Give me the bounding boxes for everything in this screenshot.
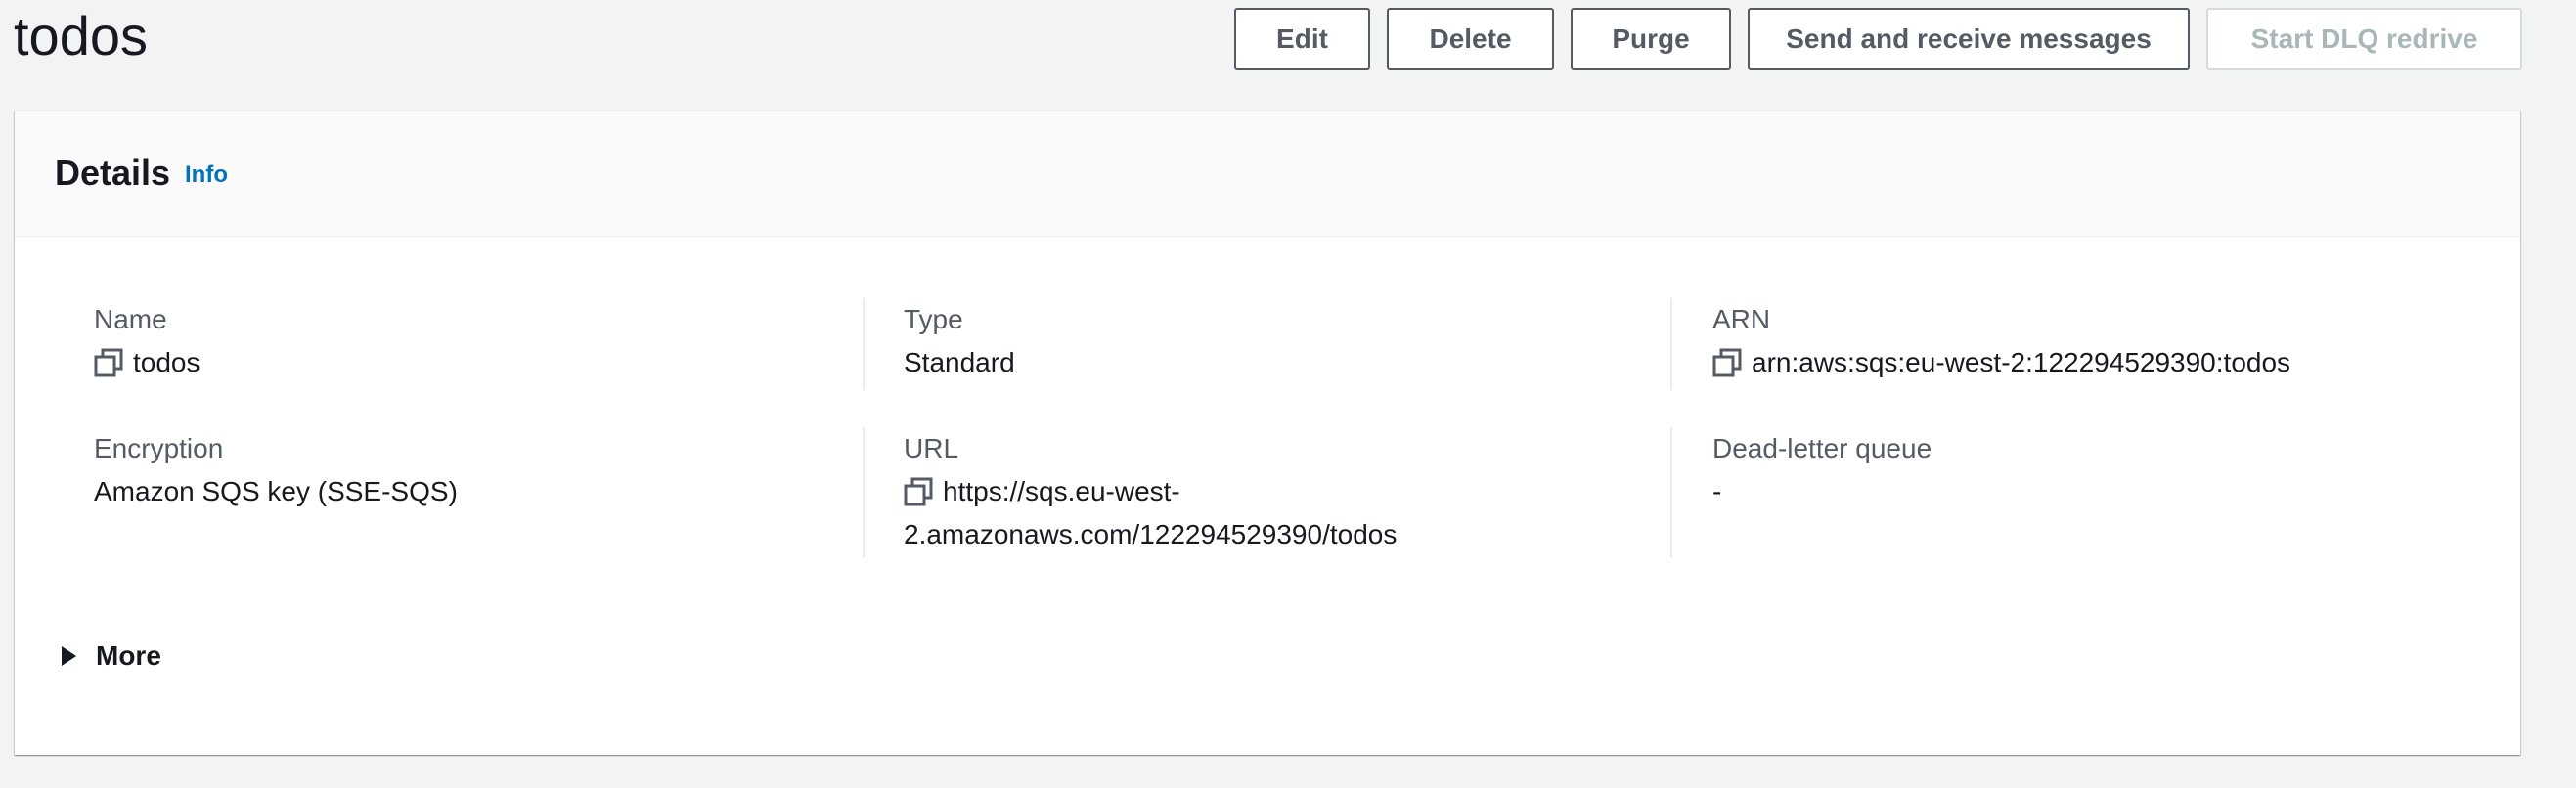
field-value-name: todos [94, 341, 200, 384]
queue-url-value-line2: 2.amazonaws.com/122294529390/todos [904, 519, 1398, 549]
copy-icon[interactable] [904, 477, 933, 506]
queue-name-value: todos [133, 347, 200, 377]
queue-arn-value: arn:aws:sqs:eu-west-2:122294529390:todos [1752, 347, 2291, 377]
queue-type-value: Standard [904, 347, 1015, 377]
edit-button[interactable]: Edit [1234, 8, 1370, 70]
queue-url-value-line1: https://sqs.eu-west- [943, 476, 1180, 506]
field-value-type: Standard [904, 341, 1015, 384]
details-header: Details Info [15, 111, 2520, 237]
field-encryption: Encryption Amazon SQS key (SSE-SQS) [94, 431, 458, 513]
field-label-type: Type [904, 304, 963, 334]
more-label: More [96, 640, 161, 671]
field-arn: ARN arn:aws:sqs:eu-west-2:122294529390:t… [1712, 302, 2290, 384]
dead-letter-queue-value: - [1712, 476, 1722, 506]
details-title: Details [55, 153, 171, 193]
field-url: URL https://sqs.eu-west- 2.amazonaws.com… [904, 431, 1397, 556]
copy-icon[interactable] [1712, 348, 1742, 377]
field-value-dead-letter-queue: - [1712, 470, 1932, 513]
purge-button[interactable]: Purge [1571, 8, 1731, 70]
field-label-dead-letter-queue: Dead-letter queue [1712, 433, 1932, 463]
copy-icon[interactable] [94, 348, 123, 377]
encryption-value: Amazon SQS key (SSE-SQS) [94, 476, 458, 506]
field-label-encryption: Encryption [94, 433, 224, 463]
column-divider [1670, 427, 1672, 557]
field-value-arn: arn:aws:sqs:eu-west-2:122294529390:todos [1712, 341, 2290, 384]
field-value-url: https://sqs.eu-west- [904, 470, 1397, 513]
delete-button[interactable]: Delete [1387, 8, 1554, 70]
page-title: todos [14, 5, 148, 66]
field-label-name: Name [94, 304, 167, 334]
page-header: todos Edit Delete Purge Send and receive… [0, 0, 2576, 88]
caret-right-icon [62, 646, 76, 666]
column-divider [1670, 298, 1672, 390]
send-and-receive-messages-button[interactable]: Send and receive messages [1748, 8, 2190, 70]
field-type: Type Standard [904, 302, 1015, 384]
field-value-encryption: Amazon SQS key (SSE-SQS) [94, 470, 458, 513]
field-label-arn: ARN [1712, 304, 1771, 334]
start-dlq-redrive-button: Start DLQ redrive [2206, 8, 2522, 70]
field-name: Name todos [94, 302, 200, 384]
info-link[interactable]: Info [185, 160, 228, 190]
details-container: Details Info Name todos Type Standard AR… [15, 110, 2520, 755]
field-value-url-wrap: 2.amazonaws.com/122294529390/todos [904, 513, 1397, 556]
header-actions: Edit Delete Purge Send and receive messa… [1234, 8, 2522, 70]
column-divider [863, 427, 865, 557]
field-label-url: URL [904, 433, 959, 463]
field-dead-letter-queue: Dead-letter queue - [1712, 431, 1932, 513]
column-divider [863, 298, 865, 390]
more-expander[interactable]: More [59, 638, 161, 674]
